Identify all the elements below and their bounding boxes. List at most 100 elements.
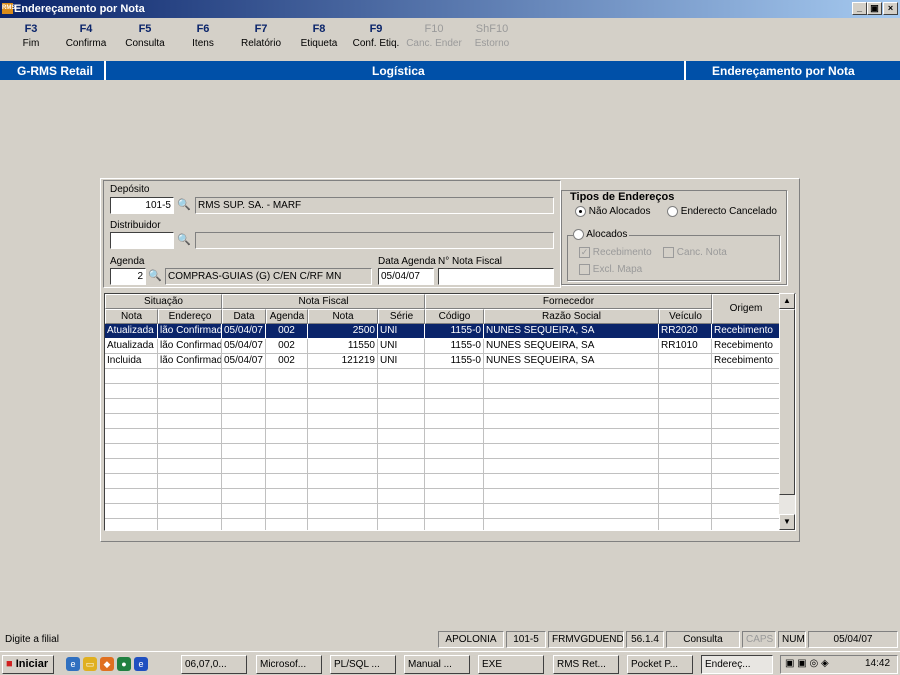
cell-data[interactable]: 05/04/07 <box>222 339 266 354</box>
f10-canc-ender-button[interactable]: F10 Canc. Ender <box>404 22 464 52</box>
cell-codigo[interactable] <box>425 414 484 429</box>
cell-razao[interactable] <box>484 414 659 429</box>
cell-razao[interactable] <box>484 504 659 519</box>
f9-conf-etiq-button[interactable]: F9 Conf. Etiq. <box>346 22 406 52</box>
cell-razao[interactable]: NUNES SEQUEIRA, SA <box>484 339 659 354</box>
cell-endereco[interactable] <box>158 414 222 429</box>
browser-quicklaunch-icon[interactable]: e <box>134 657 148 671</box>
cell-serie[interactable] <box>378 369 425 384</box>
taskbar-button-2[interactable]: Microsof... <box>256 655 322 674</box>
f7-relatorio-button[interactable]: F7 Relatório <box>231 22 291 52</box>
cell-nota[interactable]: Atualizada <box>105 324 158 339</box>
cell-nota_num[interactable]: 121219 <box>308 354 378 369</box>
taskbar-button-3[interactable]: PL/SQL ... <box>330 655 396 674</box>
cell-nota_num[interactable] <box>308 444 378 459</box>
cell-nota_num[interactable] <box>308 504 378 519</box>
cell-agenda[interactable]: 002 <box>266 354 308 369</box>
cell-data[interactable] <box>222 384 266 399</box>
col-endereco[interactable]: Endereço <box>158 309 222 324</box>
data-agenda-input[interactable]: 05/04/07 <box>378 268 434 285</box>
tray-icons[interactable]: ▣ ▣ ◎ ◈ <box>785 658 829 669</box>
cell-endereco[interactable] <box>158 444 222 459</box>
close-button[interactable]: × <box>883 2 898 15</box>
deposito-code-input[interactable]: 101-5 <box>110 197 174 214</box>
cell-data[interactable]: 05/04/07 <box>222 324 266 339</box>
col-veiculo[interactable]: Veículo <box>659 309 712 324</box>
cell-codigo[interactable]: 1155-0 <box>425 339 484 354</box>
shf10-estorno-button[interactable]: ShF10 Estorno <box>462 22 522 52</box>
minimize-button[interactable]: _ <box>852 2 867 15</box>
cell-agenda[interactable] <box>266 384 308 399</box>
cell-agenda[interactable] <box>266 504 308 519</box>
cell-origem[interactable] <box>712 384 780 399</box>
cell-veiculo[interactable]: RR2020 <box>659 324 712 339</box>
col-nota[interactable]: Nota <box>105 309 158 324</box>
cell-origem[interactable] <box>712 399 780 414</box>
cell-veiculo[interactable] <box>659 444 712 459</box>
cell-razao[interactable] <box>484 459 659 474</box>
cell-agenda[interactable] <box>266 429 308 444</box>
cell-codigo[interactable] <box>425 519 484 530</box>
cell-nota_num[interactable]: 11550 <box>308 339 378 354</box>
scroll-thumb[interactable] <box>779 309 795 495</box>
cell-agenda[interactable] <box>266 414 308 429</box>
cell-origem[interactable] <box>712 444 780 459</box>
f6-itens-button[interactable]: F6 Itens <box>173 22 233 52</box>
cell-nota_num[interactable] <box>308 459 378 474</box>
cell-data[interactable] <box>222 369 266 384</box>
cell-razao[interactable]: NUNES SEQUEIRA, SA <box>484 324 659 339</box>
cell-serie[interactable] <box>378 474 425 489</box>
cell-endereco[interactable] <box>158 474 222 489</box>
cell-nota_num[interactable] <box>308 489 378 504</box>
col-data[interactable]: Data <box>222 309 266 324</box>
cell-agenda[interactable]: 002 <box>266 339 308 354</box>
cell-veiculo[interactable] <box>659 354 712 369</box>
cell-data[interactable]: 05/04/07 <box>222 354 266 369</box>
cell-razao[interactable] <box>484 369 659 384</box>
cell-veiculo[interactable] <box>659 414 712 429</box>
cell-endereco[interactable] <box>158 399 222 414</box>
cell-endereco[interactable]: lão Confirmad <box>158 324 222 339</box>
cell-serie[interactable]: UNI <box>378 354 425 369</box>
cell-razao[interactable] <box>484 444 659 459</box>
cell-veiculo[interactable] <box>659 489 712 504</box>
cell-serie[interactable] <box>378 504 425 519</box>
deposito-search-icon[interactable]: 🔍 <box>175 197 193 214</box>
radio-endereco-cancelado[interactable]: Enderecto Cancelado <box>667 206 777 217</box>
nota-fiscal-input[interactable] <box>438 268 554 285</box>
cell-razao[interactable] <box>484 519 659 530</box>
cell-agenda[interactable] <box>266 459 308 474</box>
check-canc-nota[interactable]: Canc. Nota <box>663 247 727 258</box>
cell-nota_num[interactable] <box>308 384 378 399</box>
col-nota-numero[interactable]: Nota <box>308 309 378 324</box>
cell-data[interactable] <box>222 519 266 530</box>
cell-nota[interactable] <box>105 504 158 519</box>
col-codigo[interactable]: Código <box>425 309 484 324</box>
cell-razao[interactable]: NUNES SEQUEIRA, SA <box>484 354 659 369</box>
cell-agenda[interactable] <box>266 369 308 384</box>
cell-codigo[interactable] <box>425 459 484 474</box>
cell-veiculo[interactable] <box>659 399 712 414</box>
cell-razao[interactable] <box>484 399 659 414</box>
cell-codigo[interactable] <box>425 474 484 489</box>
grid-vertical-scrollbar[interactable]: ▲ ▼ <box>779 293 795 530</box>
cell-origem[interactable] <box>712 504 780 519</box>
cell-veiculo[interactable] <box>659 519 712 530</box>
tool-quicklaunch-icon[interactable]: ● <box>117 657 131 671</box>
cell-razao[interactable] <box>484 429 659 444</box>
cell-nota[interactable] <box>105 384 158 399</box>
cell-nota[interactable] <box>105 429 158 444</box>
cell-nota_num[interactable] <box>308 429 378 444</box>
cell-razao[interactable] <box>484 489 659 504</box>
cell-origem[interactable] <box>712 459 780 474</box>
cell-nota[interactable] <box>105 444 158 459</box>
radio-nao-alocados[interactable]: Não Alocados <box>575 206 651 217</box>
cell-endereco[interactable] <box>158 459 222 474</box>
col-razao-social[interactable]: Razão Social <box>484 309 659 324</box>
cell-origem[interactable]: Recebimento <box>712 339 780 354</box>
cell-veiculo[interactable] <box>659 369 712 384</box>
maximize-button[interactable]: ▣ <box>867 2 882 15</box>
cell-serie[interactable]: UNI <box>378 339 425 354</box>
cell-nota[interactable] <box>105 369 158 384</box>
f8-etiqueta-button[interactable]: F8 Etiqueta <box>289 22 349 52</box>
